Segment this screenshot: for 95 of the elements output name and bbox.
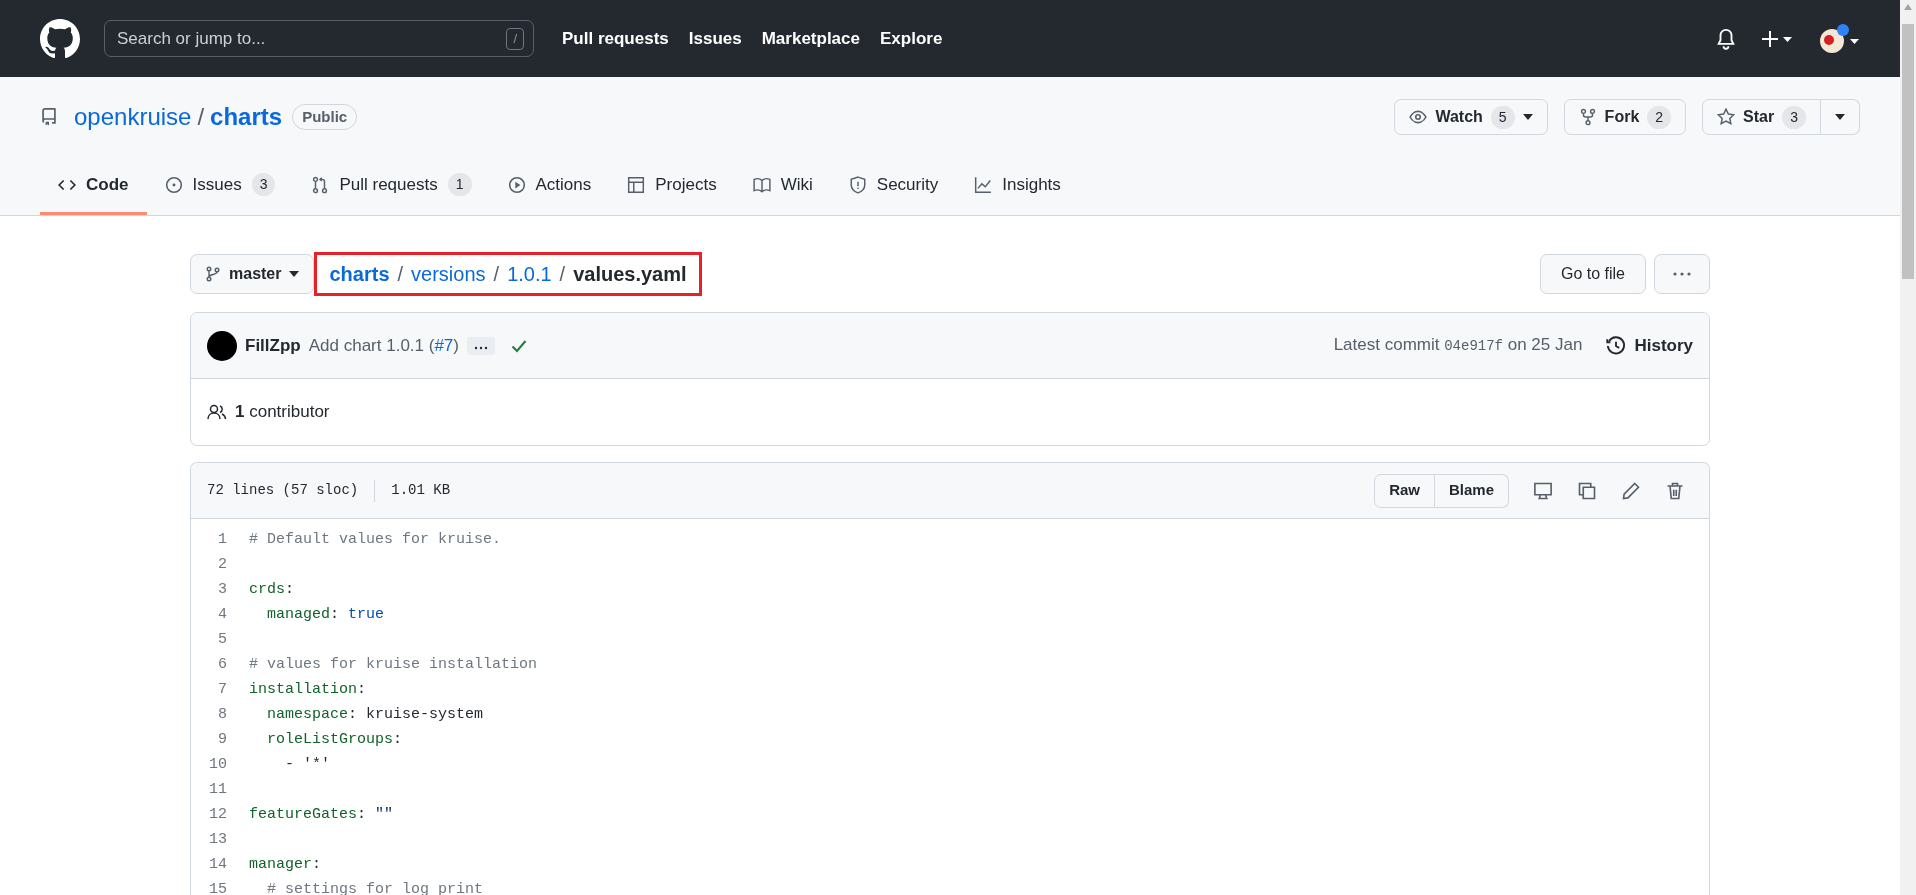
clock-history-icon xyxy=(1606,335,1627,356)
repo-tab[interactable]: Security xyxy=(830,157,957,215)
code-line: managed: true xyxy=(266,605,385,625)
button-label: Fork xyxy=(1604,107,1640,127)
line-number: 8 xyxy=(217,705,228,725)
line-number: 12 xyxy=(208,805,228,825)
button-label: Watch xyxy=(1435,107,1483,127)
breadcrumb-link[interactable]: 1.0.1 xyxy=(507,259,552,289)
path-separator: / xyxy=(197,102,205,132)
repo-tab[interactable]: Actions xyxy=(489,157,610,215)
watch-button[interactable]: Watch 5 xyxy=(1394,99,1548,135)
shield-icon xyxy=(848,175,867,194)
github-logo-icon[interactable] xyxy=(40,18,80,59)
branch-icon xyxy=(205,265,221,283)
line-number: 15 xyxy=(208,880,228,895)
fork-icon xyxy=(1578,108,1597,126)
eye-icon xyxy=(1409,108,1428,126)
star-dropdown-button[interactable] xyxy=(1821,99,1860,135)
plus-dropdown-icon[interactable] xyxy=(1760,28,1794,49)
nav-link-item[interactable]: Pull requests xyxy=(562,25,669,52)
contributors-link[interactable]: 1 contributor xyxy=(235,399,330,425)
line-count: 72 lines (57 sloc) xyxy=(207,481,359,500)
code-line: namespace: kruise-system xyxy=(266,705,484,725)
commit-author-link[interactable]: FillZpp xyxy=(245,332,301,359)
line-number: 5 xyxy=(217,630,228,650)
repo-name-link[interactable]: charts xyxy=(210,99,283,135)
breadcrumb-link[interactable]: versions xyxy=(411,259,486,289)
code-line: # values for kruise installation xyxy=(249,655,538,675)
play-icon xyxy=(507,175,526,194)
count-label: 3 xyxy=(251,173,276,196)
fork-button[interactable]: Fork 2 xyxy=(1563,99,1687,135)
nav-link-item[interactable]: Explore xyxy=(880,25,943,52)
path-separator: / xyxy=(397,262,404,287)
repo-owner-link[interactable]: openkruise xyxy=(74,99,192,135)
count-label: 5 xyxy=(1490,105,1515,129)
raw-button[interactable]: Raw xyxy=(1374,473,1435,508)
breadcrumb-link[interactable]: charts xyxy=(329,259,390,289)
more-icon xyxy=(1673,272,1691,276)
pull-request-icon xyxy=(311,175,330,194)
nav-link-item[interactable]: Issues xyxy=(688,25,742,52)
line-number: 7 xyxy=(217,680,228,700)
line-number: 6 xyxy=(217,655,228,675)
code-line: manager: xyxy=(249,855,322,875)
caret-icon xyxy=(289,271,300,277)
code-line: featureGates: "" xyxy=(249,805,394,825)
circle-dot-icon xyxy=(164,175,183,194)
graph-icon xyxy=(974,175,993,194)
file-name: values.yaml xyxy=(573,262,687,287)
count-label: 3 xyxy=(1782,105,1806,129)
code-line: # Default values for kruise. xyxy=(249,530,502,550)
latest-commit-info: Latest commit 04e917f on 25 Jan xyxy=(1333,334,1583,356)
author-avatar xyxy=(207,330,237,361)
history-link[interactable]: History xyxy=(1606,332,1693,359)
repo-icon xyxy=(40,107,58,127)
expand-message-button[interactable] xyxy=(467,336,495,355)
repo-tab[interactable]: Projects xyxy=(609,157,735,215)
table-icon xyxy=(627,175,646,194)
star-icon xyxy=(1717,108,1736,126)
count-label: 2 xyxy=(1647,105,1672,129)
scrollbar-thumb[interactable] xyxy=(1902,24,1914,279)
repo-tab[interactable]: Issues 3 xyxy=(146,157,294,215)
bell-icon[interactable] xyxy=(1716,27,1736,50)
nav-link-item[interactable]: Marketplace xyxy=(761,25,860,52)
code-line: - '*' xyxy=(284,755,330,775)
line-number: 10 xyxy=(208,755,228,775)
code-line: crds: xyxy=(249,580,295,600)
code-line: installation: xyxy=(249,680,367,700)
repo-tab[interactable]: Pull requests 1 xyxy=(293,157,490,215)
commit-message: Add chart 1.0.1 (#7) xyxy=(308,334,459,357)
line-number: 2 xyxy=(217,555,228,575)
star-button[interactable]: Star 3 xyxy=(1702,99,1821,135)
blame-button[interactable]: Blame xyxy=(1434,473,1509,508)
line-number: 3 xyxy=(217,580,228,600)
line-number: 1 xyxy=(217,530,228,550)
branch-selector[interactable]: master xyxy=(190,254,315,294)
file-size: 1.01 KB xyxy=(391,481,451,500)
count-label: 1 xyxy=(447,173,472,196)
pull-request-link[interactable]: #7 xyxy=(434,335,454,355)
button-label: Star xyxy=(1743,107,1775,127)
people-icon xyxy=(207,404,227,420)
line-number: 4 xyxy=(217,605,228,625)
path-separator: / xyxy=(559,262,566,287)
line-number: 9 xyxy=(217,730,228,750)
repo-tab[interactable]: Wiki xyxy=(734,157,831,215)
line-number: 11 xyxy=(208,780,228,800)
repo-tab[interactable]: Code xyxy=(40,157,147,215)
line-number: 13 xyxy=(208,830,228,850)
code-line: roleListGroups: xyxy=(266,730,403,750)
go-to-file-button[interactable]: Go to file xyxy=(1539,254,1646,294)
path-separator: / xyxy=(493,262,500,287)
avatar-dropdown-icon[interactable] xyxy=(1818,22,1860,55)
repo-tab[interactable]: Insights xyxy=(956,157,1079,215)
book-icon xyxy=(752,175,771,194)
line-number: 14 xyxy=(208,855,228,875)
shortcut-key: / xyxy=(506,28,524,50)
